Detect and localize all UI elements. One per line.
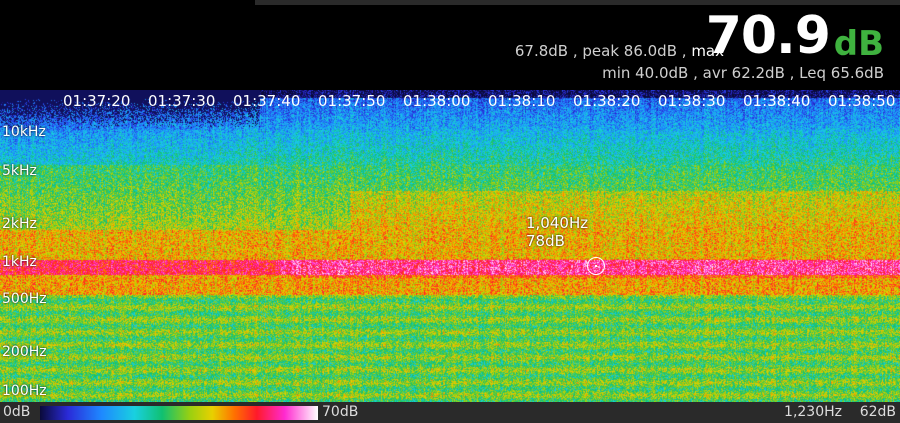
current-level-unit: dB	[833, 24, 884, 64]
time-tick: 01:37:30	[148, 92, 216, 110]
time-tick: 01:37:40	[233, 92, 301, 110]
level-stats-line1: 67.8dB , peak 86.0dB , max	[515, 42, 724, 60]
cursor-target-icon[interactable]	[587, 257, 605, 275]
freq-tick: 200Hz	[2, 344, 47, 360]
cursor-db-label: 78dB	[526, 232, 565, 250]
time-tick: 01:37:20	[63, 92, 131, 110]
time-tick: 01:38:10	[488, 92, 556, 110]
freq-tick: 10kHz	[2, 124, 46, 140]
level-header: 70.9 dB 67.8dB , peak 86.0dB , max min 4…	[0, 0, 900, 90]
freq-tick: 500Hz	[2, 291, 47, 307]
level-stats-line2: min 40.0dB , avr 62.2dB , Leq 65.6dB	[602, 64, 884, 82]
time-tick: 01:37:50	[318, 92, 386, 110]
time-tick: 01:38:20	[573, 92, 641, 110]
time-tick: 01:38:00	[403, 92, 471, 110]
current-level-value: 70.9	[705, 6, 831, 66]
color-scale-bar	[40, 406, 318, 420]
spectrogram[interactable]	[0, 90, 900, 402]
scale-max-label: 70dB	[322, 404, 359, 420]
time-tick: 01:38:40	[743, 92, 811, 110]
time-tick: 01:38:30	[658, 92, 726, 110]
footer-cursor-freq: 1,230Hz	[784, 404, 842, 420]
freq-tick: 1kHz	[2, 254, 37, 270]
freq-tick: 2kHz	[2, 216, 37, 232]
footer-bar: 0dB 70dB 1,230Hz 62dB	[0, 402, 900, 423]
freq-tick: 100Hz	[2, 383, 47, 399]
scale-min-label: 0dB	[3, 404, 31, 420]
freq-tick: 5kHz	[2, 163, 37, 179]
footer-cursor-db: 62dB	[859, 404, 896, 420]
level-stats-prefix: 67.8dB , peak 86.0dB ,	[514, 42, 687, 60]
cursor-freq-label: 1,040Hz	[526, 214, 589, 232]
time-tick: 01:38:50	[828, 92, 896, 110]
cursor-readout: 1,040Hz 78dB	[526, 214, 588, 250]
max-label: max	[691, 42, 724, 60]
